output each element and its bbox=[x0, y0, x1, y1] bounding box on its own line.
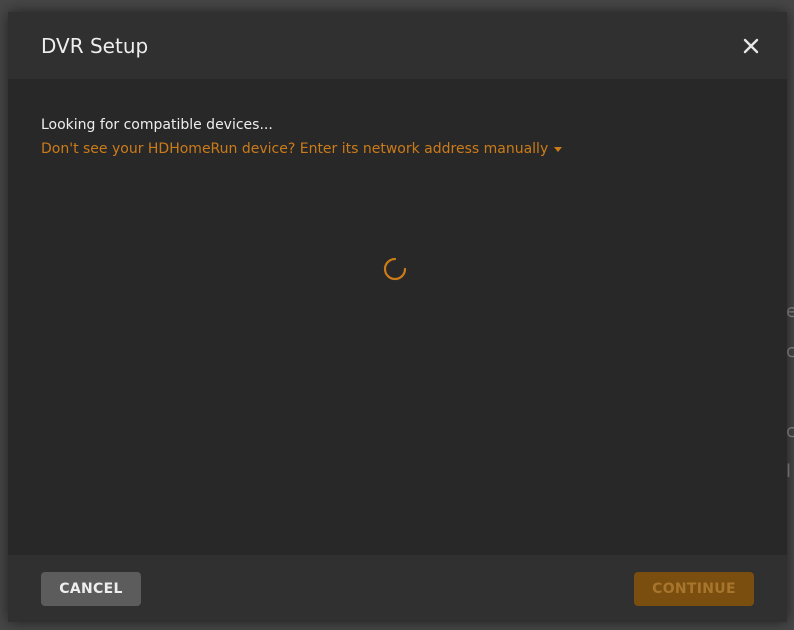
background-glyph: l bbox=[786, 461, 792, 482]
modal-footer: CANCEL CONTINUE bbox=[8, 555, 787, 622]
close-button[interactable] bbox=[739, 34, 763, 58]
background-content-glimpse: e c c l bbox=[786, 292, 794, 492]
manual-address-link-label: Don't see your HDHomeRun device? Enter i… bbox=[41, 141, 549, 157]
cancel-button[interactable]: CANCEL bbox=[41, 571, 141, 606]
background-glyph: e bbox=[786, 301, 794, 322]
background-glyph: c bbox=[786, 421, 794, 442]
modal-title: DVR Setup bbox=[41, 33, 149, 58]
dvr-setup-modal: DVR Setup Looking for compatible devices… bbox=[8, 12, 787, 622]
loading-spinner-icon bbox=[383, 257, 407, 281]
close-icon bbox=[743, 38, 759, 53]
continue-button[interactable]: CONTINUE bbox=[634, 571, 754, 606]
manual-address-link[interactable]: Don't see your HDHomeRun device? Enter i… bbox=[41, 139, 563, 159]
caret-down-icon bbox=[554, 146, 563, 152]
search-status-text: Looking for compatible devices... bbox=[41, 117, 273, 133]
modal-body: Looking for compatible devices... Don't … bbox=[8, 79, 787, 555]
background-glyph: c bbox=[786, 341, 794, 362]
modal-header: DVR Setup bbox=[8, 12, 787, 79]
